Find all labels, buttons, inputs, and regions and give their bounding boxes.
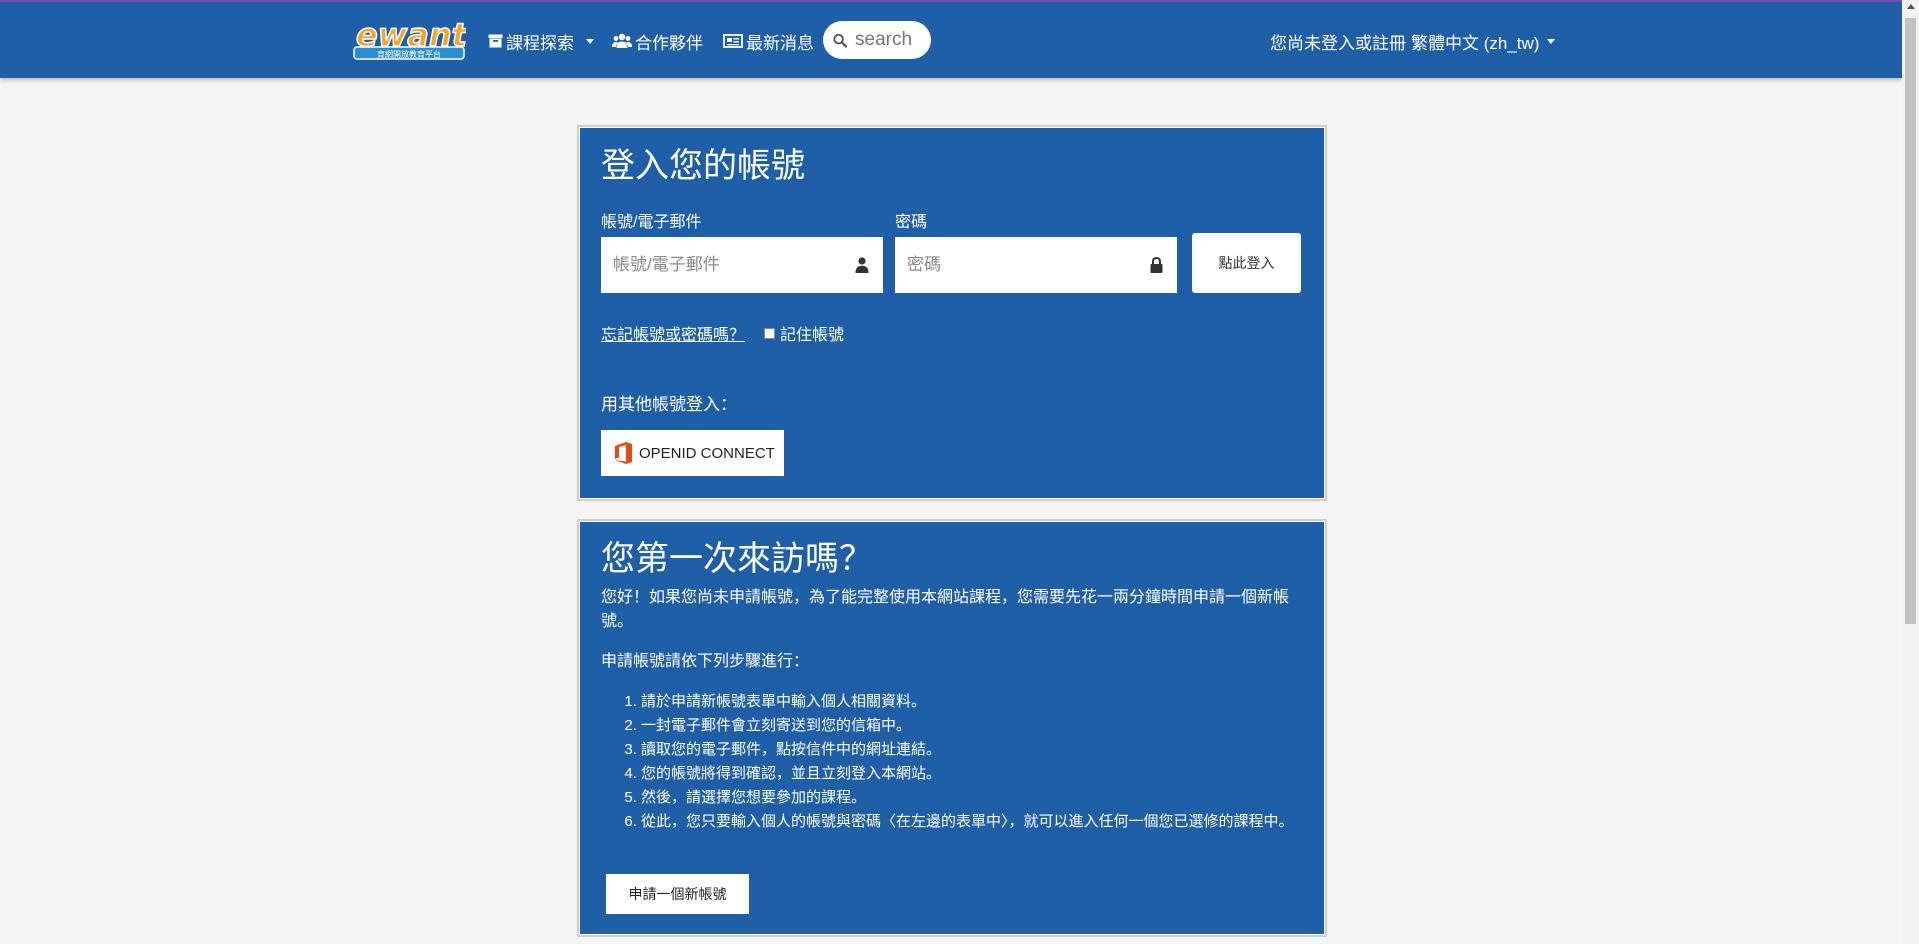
username-field[interactable] bbox=[601, 237, 883, 293]
ewant-logo[interactable]: 育網開放教育平台 ewant bbox=[352, 15, 469, 61]
newspaper-icon bbox=[723, 34, 743, 48]
login-register-link[interactable]: 您尚未登入或註冊 bbox=[1270, 26, 1406, 56]
list-item: 從此，您只要輸入個人的帳號與密碼〈在左邊的表單中〉，就可以進入任何一個您已選修的… bbox=[641, 810, 1301, 834]
office-icon bbox=[615, 442, 632, 464]
username-input[interactable] bbox=[611, 254, 855, 276]
username-label: 帳號/電子郵件 bbox=[601, 214, 702, 231]
list-item: 讀取您的電子郵件，點按信件中的網址連結。 bbox=[641, 738, 1301, 762]
nav-partners-label: 合作夥伴 bbox=[635, 33, 703, 53]
nav-courses[interactable]: 課程探索 bbox=[488, 26, 594, 56]
chevron-down-icon bbox=[586, 38, 594, 44]
search-box[interactable] bbox=[823, 21, 931, 59]
password-input[interactable] bbox=[905, 254, 1150, 276]
archive-icon bbox=[488, 34, 503, 48]
signup-card: 您第一次來訪嗎？ 您好！如果您尚未申請帳號，為了能完整使用本網站課程，您需要先花… bbox=[579, 521, 1325, 935]
login-status-text: 您尚未登入或註冊 bbox=[1270, 33, 1406, 53]
remember-checkbox[interactable] bbox=[764, 327, 775, 339]
openid-connect-button[interactable]: OPENID CONNECT bbox=[601, 430, 784, 476]
search-input[interactable] bbox=[853, 28, 931, 52]
nav-news-label: 最新消息 bbox=[746, 33, 814, 53]
login-card: 登入您的帳號 帳號/電子郵件 密碼 點此登入 忘記帳號或密碼嗎？ 記住帳號 用其… bbox=[579, 127, 1325, 499]
nav-partners[interactable]: 合作夥伴 bbox=[612, 26, 703, 56]
list-item: 請於申請新帳號表單中輸入個人相關資料。 bbox=[641, 690, 1301, 714]
list-item: 一封電子郵件會立刻寄送到您的信箱中。 bbox=[641, 714, 1301, 738]
nav-news[interactable]: 最新消息 bbox=[723, 26, 814, 56]
remember-label: 記住帳號 bbox=[780, 327, 845, 344]
signup-steps: 請於申請新帳號表單中輸入個人相關資料。 一封電子郵件會立刻寄送到您的信箱中。 讀… bbox=[601, 690, 1301, 834]
language-label: 繁體中文 (zh_tw) bbox=[1411, 33, 1540, 53]
lock-icon bbox=[1150, 257, 1163, 273]
users-icon bbox=[612, 33, 632, 48]
signup-intro: 您好！如果您尚未申請帳號，為了能完整使用本網站課程，您需要先花一兩分鐘時間申請一… bbox=[601, 589, 1290, 630]
password-label: 密碼 bbox=[895, 214, 928, 231]
remember-username[interactable]: 記住帳號 bbox=[764, 321, 844, 345]
steps-intro: 申請帳號請依下列步驟進行： bbox=[601, 653, 810, 670]
list-item: 然後，請選擇您想要參加的課程。 bbox=[641, 786, 1301, 810]
forgot-password-link[interactable]: 忘記帳號或密碼嗎？ bbox=[601, 321, 745, 345]
login-title: 登入您的帳號 bbox=[601, 147, 805, 185]
scroll-thumb[interactable] bbox=[1905, 18, 1916, 624]
top-navbar: 育網開放教育平台 ewant 課程探索 合作夥伴 最新消息 您尚未登入或註冊 繁… bbox=[0, 2, 1902, 78]
scroll-up-arrow[interactable] bbox=[1907, 4, 1915, 9]
login-button[interactable]: 點此登入 bbox=[1192, 233, 1301, 293]
logo-text: ewant bbox=[356, 16, 466, 54]
page-scrollbar[interactable] bbox=[1902, 0, 1919, 944]
search-icon bbox=[833, 33, 847, 48]
nav-courses-label: 課程探索 bbox=[506, 33, 574, 53]
other-login-label: 用其他帳號登入： bbox=[601, 395, 737, 414]
signup-button[interactable]: 申請一個新帳號 bbox=[606, 874, 749, 914]
list-item: 您的帳號將得到確認，並且立刻登入本網站。 bbox=[641, 762, 1301, 786]
signup-title: 您第一次來訪嗎？ bbox=[601, 540, 873, 578]
chevron-down-icon bbox=[1547, 38, 1556, 44]
language-selector[interactable]: 繁體中文 (zh_tw) bbox=[1411, 26, 1556, 56]
user-icon bbox=[855, 257, 869, 273]
password-field[interactable] bbox=[895, 237, 1177, 293]
openid-label: OPENID CONNECT bbox=[639, 444, 775, 462]
